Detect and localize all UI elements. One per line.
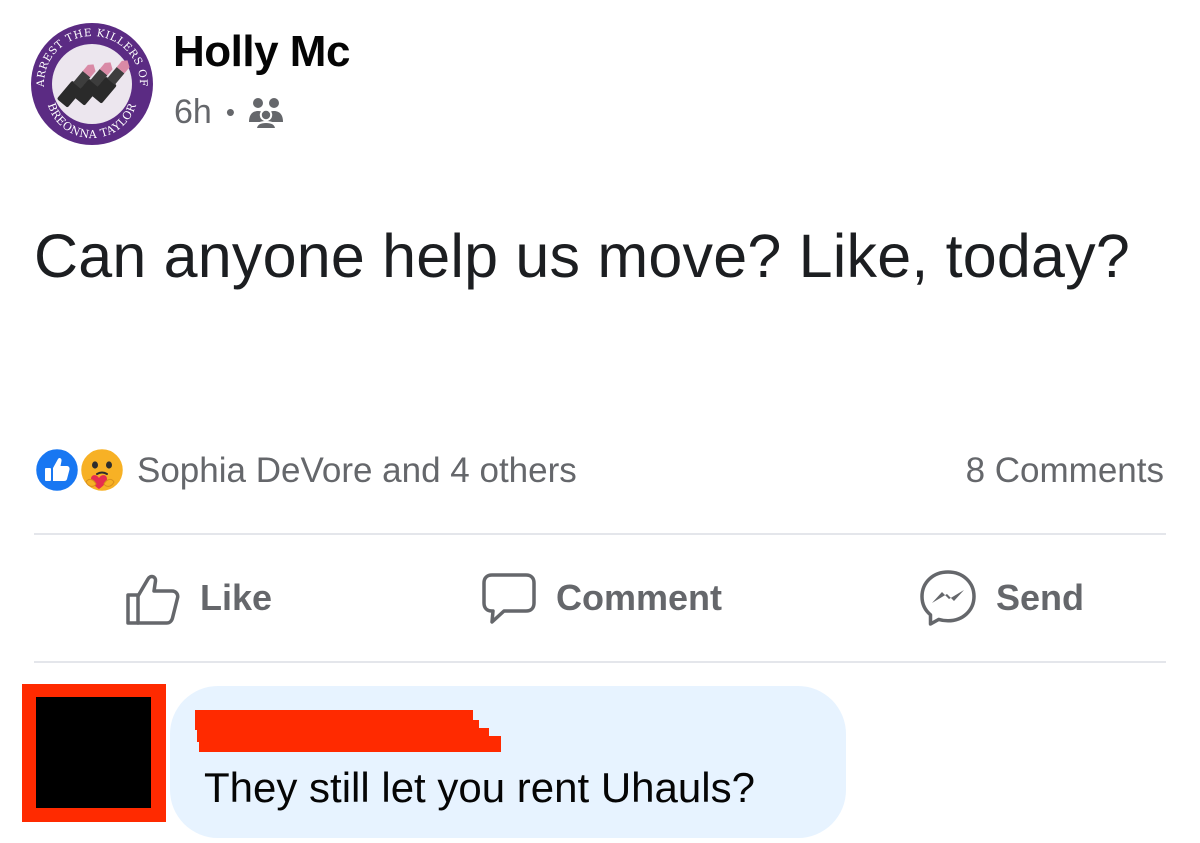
commenter-avatar-redacted[interactable] [22, 684, 166, 822]
reaction-summary-text[interactable]: Sophia DeVore and 4 others [137, 451, 577, 491]
friends-icon[interactable] [247, 95, 285, 129]
author-name[interactable]: Holly Mc [173, 26, 350, 78]
comment-text: They still let you rent Uhauls? [204, 764, 755, 811]
send-button[interactable]: Send [918, 562, 1084, 634]
send-button-label: Send [996, 577, 1085, 618]
divider-top [34, 533, 1166, 535]
reaction-icons [33, 446, 133, 496]
author-avatar[interactable]: ARREST THE KILLERS OF BREONNA TAYLOR [30, 22, 154, 146]
post-text: Can anyone help us move? Like, today? [34, 222, 1130, 290]
like-button[interactable]: Like [124, 562, 272, 634]
like-button-label: Like [200, 577, 273, 618]
like-reaction-icon [33, 446, 81, 494]
comment-button-label: Comment [556, 577, 723, 618]
messenger-icon [920, 570, 976, 626]
comment-button[interactable]: Comment [480, 562, 722, 634]
comments-count[interactable]: 8 Comments [966, 446, 1164, 496]
commenter-name-redaction [195, 710, 501, 752]
divider-bottom [34, 661, 1166, 663]
thumbs-up-icon [126, 574, 180, 625]
comment-icon [482, 573, 536, 624]
post-timestamp[interactable]: 6h [174, 93, 212, 132]
meta-separator: • [225, 96, 235, 127]
commenter-avatar-blackout [36, 697, 151, 808]
reactions-summary[interactable]: Sophia DeVore and 4 others [33, 446, 577, 496]
care-reaction-icon [78, 446, 126, 494]
post-meta: 6h • [174, 88, 285, 136]
